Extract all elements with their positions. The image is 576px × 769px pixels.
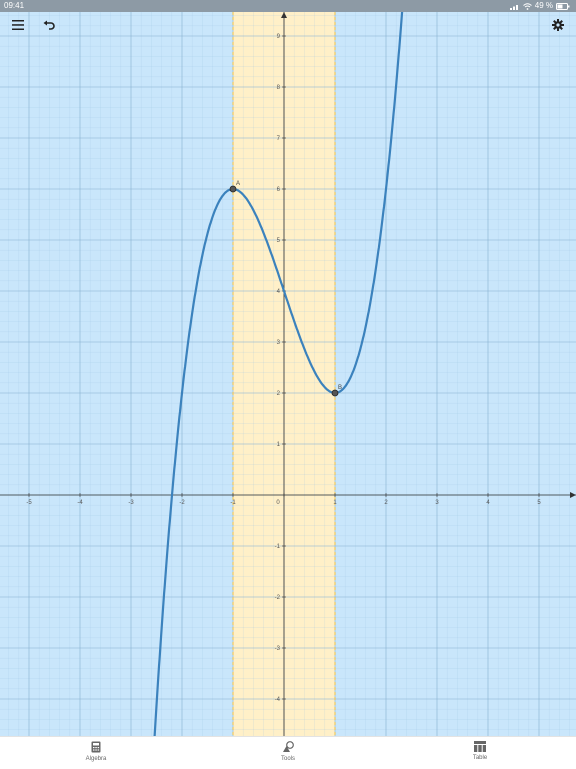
x-tick-label: -2 <box>179 500 185 506</box>
shapes-icon <box>282 741 294 752</box>
nav-table-label: Table <box>472 755 488 761</box>
graphics-view[interactable]: -5 -4 -3 -2 -1 0 1 2 3 4 5 1 2 3 4 5 6 7 8 9 -1 -2 -3 -4 A B <box>0 12 576 736</box>
status-indicators: 49 % <box>509 0 570 12</box>
bottom-navigation: Algebra Tools Table <box>0 736 576 769</box>
battery-percent: 49 % <box>534 1 553 10</box>
status-time: 09:41 <box>4 1 25 10</box>
x-axis-arrow <box>570 492 576 498</box>
x-tick-label: -5 <box>26 500 32 506</box>
settings-button[interactable] <box>546 13 570 37</box>
calculator-icon <box>91 741 101 753</box>
nav-algebra-label: Algebra <box>85 756 107 762</box>
nav-table[interactable]: Table <box>440 741 520 761</box>
graph-svg[interactable]: -5 -4 -3 -2 -1 0 1 2 3 4 5123456789-1-2-3-4AB <box>0 12 576 736</box>
wifi-icon <box>522 2 532 10</box>
undo-icon <box>43 20 55 30</box>
point-label-a: A <box>236 181 240 187</box>
x-tick-label: -1 <box>230 500 236 506</box>
y-tick-label: -1 <box>275 544 281 550</box>
y-tick-label: -4 <box>275 697 281 703</box>
y-tick-label: -2 <box>275 595 281 601</box>
signal-icon <box>509 4 518 10</box>
y-tick-label: -3 <box>275 646 281 652</box>
nav-algebra[interactable]: Algebra <box>56 741 136 762</box>
x-tick-label: -4 <box>77 500 83 506</box>
nav-tools-label: Tools <box>280 756 295 762</box>
menu-button[interactable] <box>6 13 30 37</box>
undo-button[interactable] <box>37 13 61 37</box>
x-tick-label: -3 <box>128 500 134 506</box>
point-label-b: B <box>338 385 342 391</box>
settings-icon <box>552 19 564 31</box>
menu-icon <box>12 20 24 30</box>
table-icon <box>474 741 486 752</box>
nav-tools[interactable]: Tools <box>248 741 328 762</box>
status-bar: 09:41 49 % <box>0 0 576 12</box>
battery-icon <box>556 2 570 10</box>
